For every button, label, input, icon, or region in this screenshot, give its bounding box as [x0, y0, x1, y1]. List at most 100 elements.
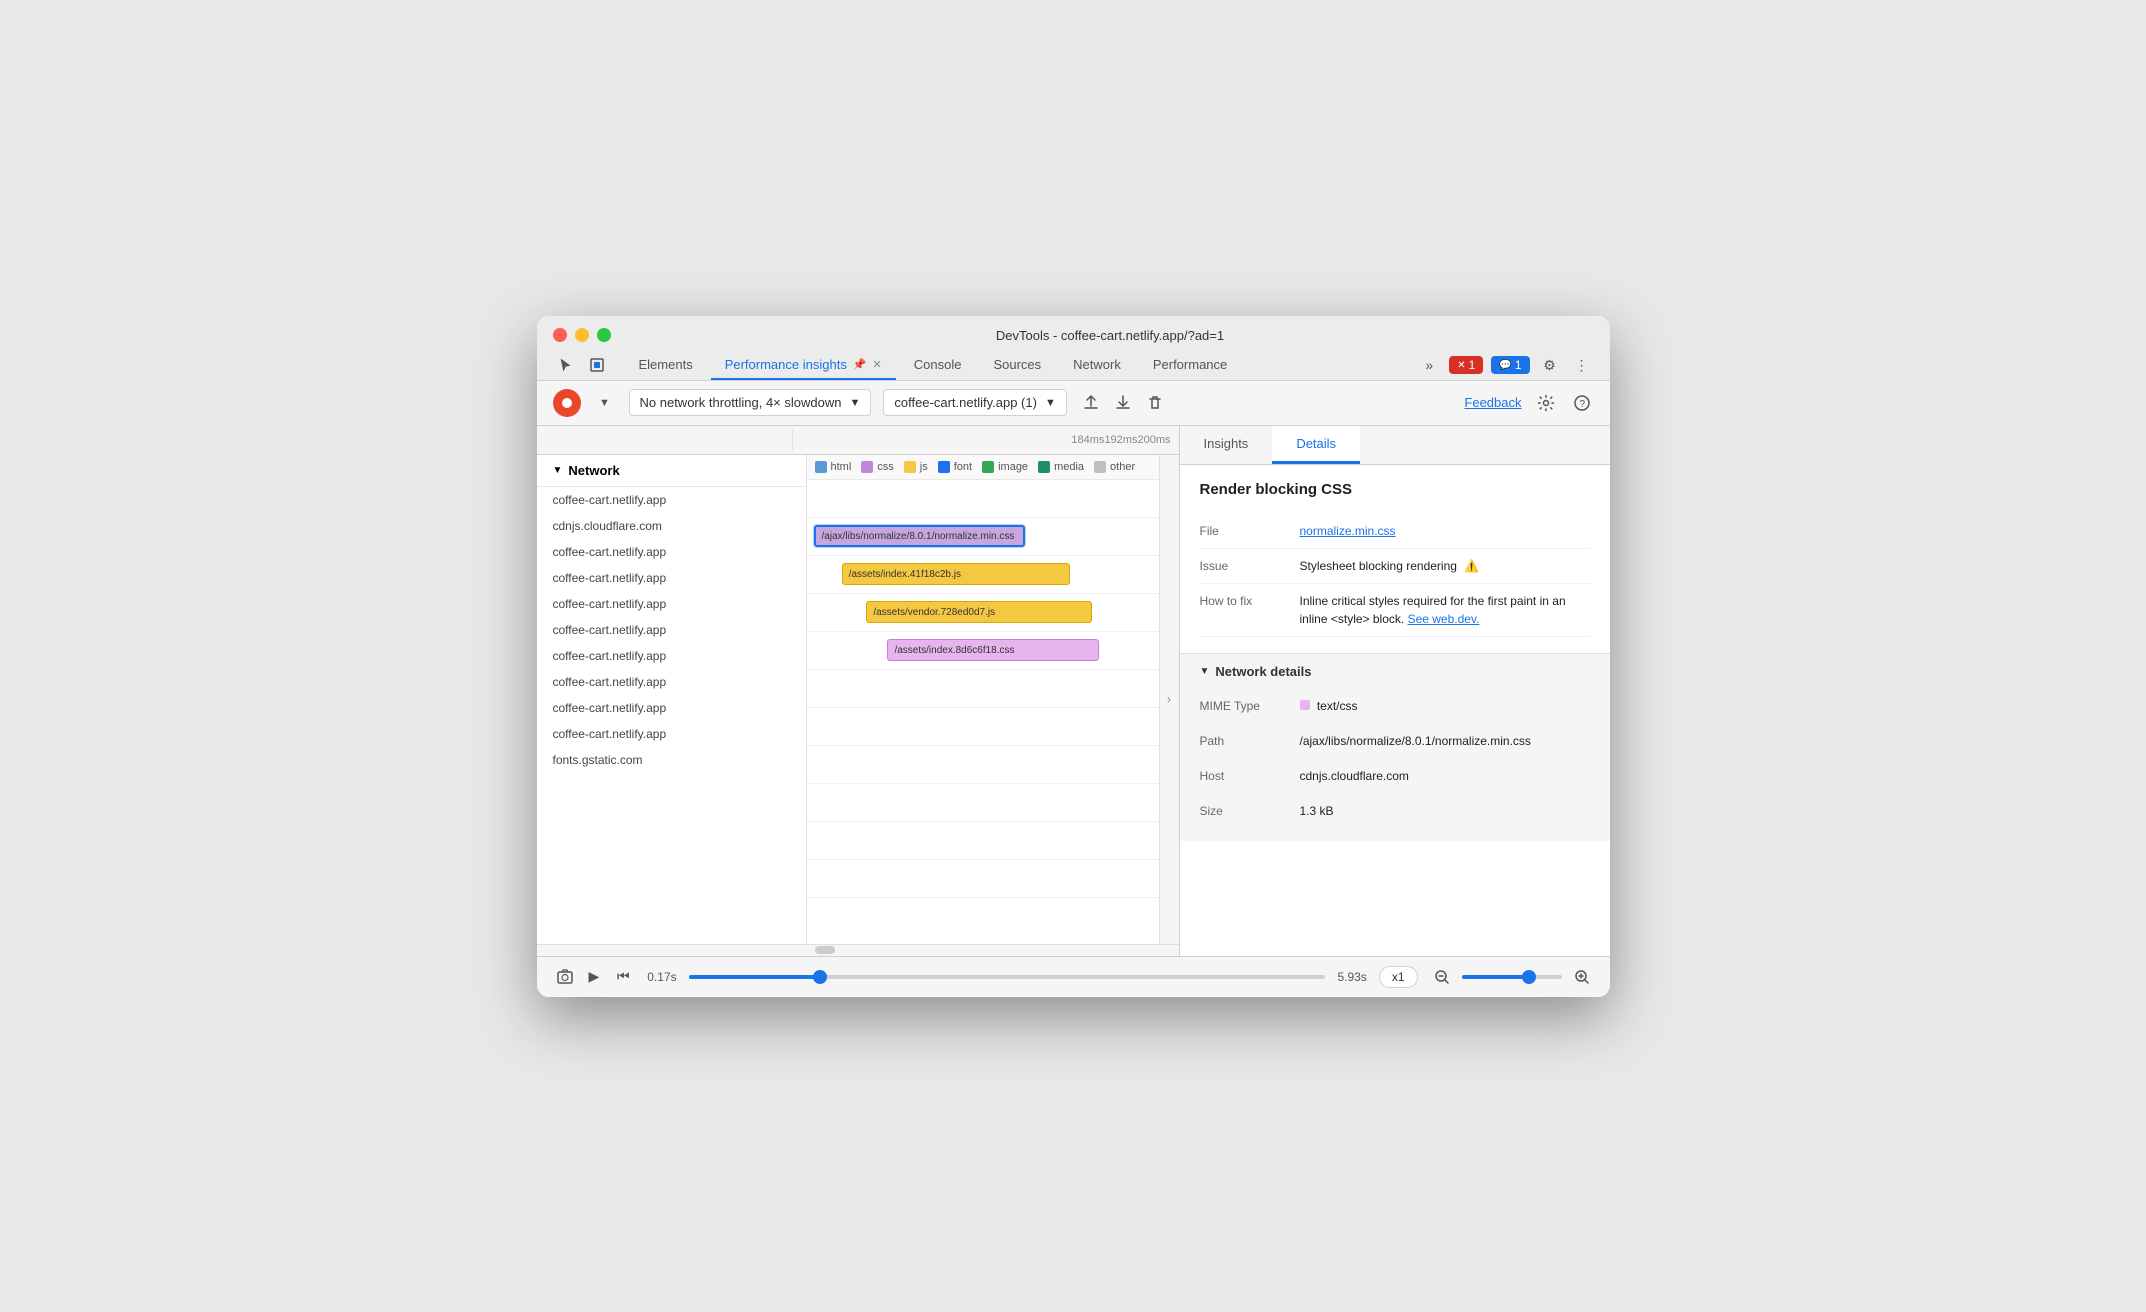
network-section-header: ▼ Network	[537, 455, 806, 487]
see-link[interactable]: See web.dev.	[1408, 612, 1480, 626]
tab-elements[interactable]: Elements	[625, 351, 707, 380]
tab-details[interactable]: Details	[1272, 426, 1360, 464]
speed-badge[interactable]: x1	[1379, 966, 1418, 988]
more-tabs-button[interactable]: »	[1417, 353, 1441, 377]
panel-tabs: Insights Details	[1180, 426, 1610, 465]
tab-console[interactable]: Console	[900, 351, 976, 380]
host-row: Host cdnjs.cloudflare.com	[1200, 759, 1590, 794]
list-item[interactable]: coffee-cart.netlify.app	[537, 487, 806, 513]
upload-icon[interactable]	[1079, 391, 1103, 415]
scroll-thumb[interactable]	[815, 946, 835, 954]
list-item[interactable]: fonts.gstatic.com	[537, 747, 806, 773]
list-item[interactable]: coffee-cart.netlify.app	[537, 695, 806, 721]
legend-font: font	[938, 461, 972, 473]
tab-sources[interactable]: Sources	[979, 351, 1055, 380]
list-item[interactable]: coffee-cart.netlify.app	[537, 669, 806, 695]
devtools-icons	[553, 353, 609, 377]
legend-html: html	[815, 461, 852, 473]
minimize-button[interactable]	[575, 328, 589, 342]
tabs-right: » ✕ 1 💬 1 ⚙ ⋮	[1417, 353, 1593, 377]
detail-table: File normalize.min.css Issue Stylesheet …	[1200, 514, 1590, 637]
track-row: /ajax/libs/normalize/8.0.1/normalize.min…	[807, 518, 1159, 556]
cursor-icon[interactable]	[553, 353, 577, 377]
host-label: Host	[1200, 767, 1300, 783]
inspect-icon[interactable]	[585, 353, 609, 377]
mime-row: MIME Type text/css	[1200, 689, 1590, 724]
delete-icon[interactable]	[1143, 391, 1167, 415]
track-row	[807, 822, 1159, 860]
track-row: /assets/index.8d6c6f18.css	[807, 632, 1159, 670]
host-value: cdnjs.cloudflare.com	[1300, 767, 1590, 785]
legend-media: media	[1038, 461, 1084, 473]
file-link[interactable]: normalize.min.css	[1300, 524, 1396, 538]
network-collapse-icon[interactable]: ▼	[553, 465, 563, 476]
list-item[interactable]: coffee-cart.netlify.app	[537, 565, 806, 591]
download-icon[interactable]	[1111, 391, 1135, 415]
legend-other: other	[1094, 461, 1135, 473]
insight-section: Render blocking CSS File normalize.min.c…	[1180, 465, 1610, 653]
pin-icon: 📌	[853, 358, 867, 371]
skip-to-start-icon[interactable]: ⏮	[611, 965, 635, 989]
message-badge[interactable]: 💬 1	[1491, 356, 1529, 374]
tab-network[interactable]: Network	[1059, 351, 1135, 380]
screenshot-icon[interactable]	[553, 965, 577, 989]
list-item[interactable]: coffee-cart.netlify.app	[537, 539, 806, 565]
network-details-section: ▼ Network details MIME Type text/css	[1180, 653, 1610, 841]
track-row	[807, 746, 1159, 784]
legend-image: image	[982, 461, 1028, 473]
timeline-slider-wrapper	[689, 975, 1326, 979]
list-item[interactable]: coffee-cart.netlify.app	[537, 617, 806, 643]
more-options-icon[interactable]: ⋮	[1570, 353, 1594, 377]
issue-row: Issue Stylesheet blocking rendering ⚠️	[1200, 549, 1590, 584]
error-badge[interactable]: ✕ 1	[1449, 356, 1483, 374]
tab-performance-insights[interactable]: Performance insights 📌 ✕	[711, 351, 896, 380]
gear-icon[interactable]	[1534, 391, 1558, 415]
traffic-lights	[553, 328, 611, 342]
maximize-button[interactable]	[597, 328, 611, 342]
bar-normalize-css[interactable]: /ajax/libs/normalize/8.0.1/normalize.min…	[814, 525, 1025, 547]
timeline-panel: 184ms 192ms 200ms ▼ Network coffee-cart.…	[537, 426, 1180, 956]
how-to-fix-label: How to fix	[1200, 592, 1300, 608]
track-row	[807, 860, 1159, 898]
zoom-out-icon[interactable]	[1430, 965, 1454, 989]
bar-vendor-js[interactable]: /assets/vendor.728ed0d7.js	[866, 601, 1091, 623]
list-item[interactable]: coffee-cart.netlify.app	[537, 721, 806, 747]
zoom-slider[interactable]	[1462, 975, 1562, 979]
play-button[interactable]: ▶	[589, 968, 600, 985]
network-details-header[interactable]: ▼ Network details	[1180, 654, 1610, 689]
network-sidebar: ▼ Network coffee-cart.netlify.app cdnjs.…	[537, 455, 807, 944]
file-value: normalize.min.css	[1300, 522, 1590, 540]
path-row: Path /ajax/libs/normalize/8.0.1/normaliz…	[1200, 724, 1590, 759]
timeline-scrubber[interactable]	[689, 975, 1326, 979]
mime-label: MIME Type	[1200, 697, 1300, 713]
record-dropdown-button[interactable]: ▼	[593, 391, 617, 415]
how-to-fix-row: How to fix Inline critical styles requir…	[1200, 584, 1590, 637]
page-dropdown[interactable]: coffee-cart.netlify.app (1) ▼	[883, 389, 1066, 416]
close-button[interactable]	[553, 328, 567, 342]
bar-index-css[interactable]: /assets/index.8d6c6f18.css	[887, 639, 1098, 661]
legend-js: js	[904, 461, 928, 473]
throttling-dropdown[interactable]: No network throttling, 4× slowdown ▼	[629, 389, 872, 416]
expand-icon[interactable]: ›	[1167, 692, 1171, 706]
list-item[interactable]: coffee-cart.netlify.app	[537, 643, 806, 669]
how-to-fix-value: Inline critical styles required for the …	[1300, 592, 1590, 628]
panel-content: Render blocking CSS File normalize.min.c…	[1180, 465, 1610, 956]
timeline-header: 184ms 192ms 200ms	[537, 426, 1179, 455]
list-item[interactable]: cdnjs.cloudflare.com	[537, 513, 806, 539]
help-icon[interactable]: ?	[1570, 391, 1594, 415]
bar-index-js[interactable]: /assets/index.41f18c2b.js	[842, 563, 1071, 585]
size-label: Size	[1200, 802, 1300, 818]
network-details-collapse-icon: ▼	[1200, 666, 1210, 677]
tab-insights[interactable]: Insights	[1180, 426, 1273, 464]
list-item[interactable]: coffee-cart.netlify.app	[537, 591, 806, 617]
tab-performance[interactable]: Performance	[1139, 351, 1241, 380]
feedback-link[interactable]: Feedback	[1464, 395, 1521, 410]
tab-close-icon[interactable]: ✕	[873, 358, 882, 371]
settings-icon[interactable]: ⚙	[1538, 353, 1562, 377]
titlebar: DevTools - coffee-cart.netlify.app/?ad=1	[537, 316, 1610, 381]
zoom-in-icon[interactable]	[1570, 965, 1594, 989]
record-button[interactable]	[553, 389, 581, 417]
mime-value: text/css	[1300, 697, 1590, 715]
toolbar: ▼ No network throttling, 4× slowdown ▼ c…	[537, 381, 1610, 426]
track-row	[807, 708, 1159, 746]
